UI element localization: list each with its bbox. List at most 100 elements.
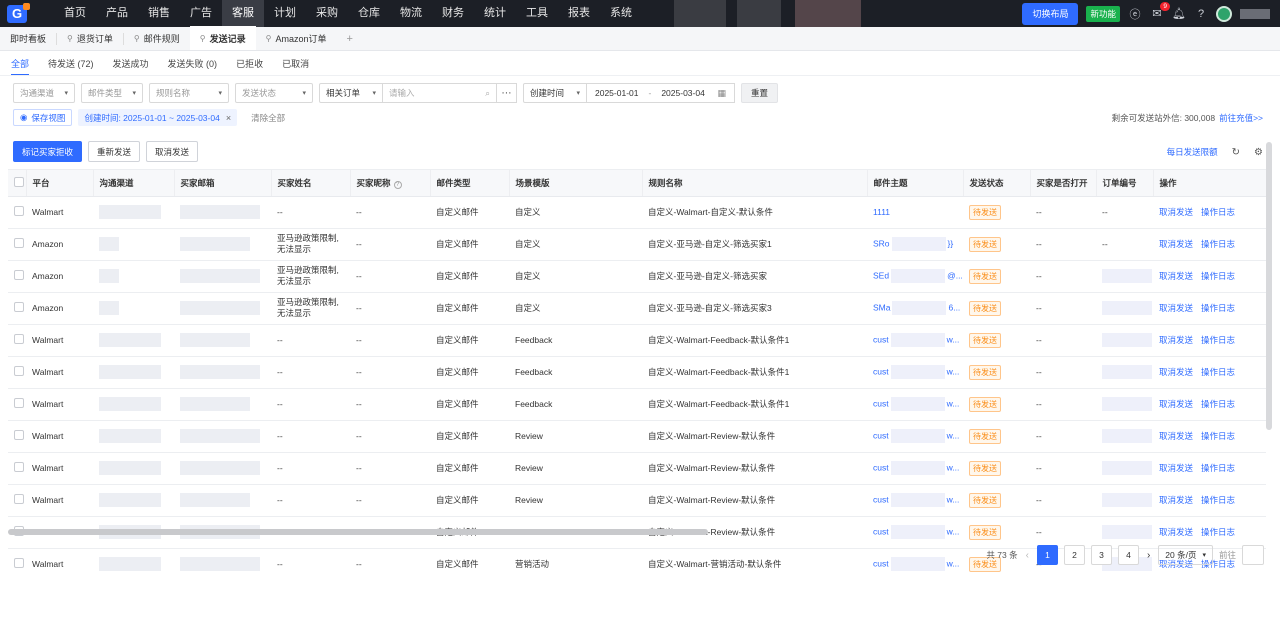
time-type-select[interactable]: 创建时间 ▾ (523, 83, 587, 103)
save-view-button[interactable]: ◉ 保存视图 (13, 109, 73, 126)
operation-log-link[interactable]: 操作日志 (1201, 367, 1235, 377)
subject-prefix[interactable]: cust (873, 526, 889, 536)
operation-log-link[interactable]: 操作日志 (1201, 303, 1235, 313)
page-button[interactable]: 4 (1117, 545, 1139, 565)
row-checkbox[interactable] (14, 366, 24, 376)
row-checkbox[interactable] (14, 302, 24, 312)
nav-item[interactable]: 统计 (474, 0, 516, 27)
subject-suffix[interactable]: w... (947, 462, 960, 472)
subject-prefix[interactable]: SRo (873, 238, 890, 248)
row-checkbox[interactable] (14, 430, 24, 440)
status-tab[interactable]: 已拒收 (236, 57, 263, 76)
table-row[interactable]: Walmart----自定义邮件Review自定义-Walmart-Review… (8, 420, 1266, 453)
horizontal-scrollbar[interactable] (8, 529, 708, 535)
pin-icon[interactable]: ⚲ (266, 34, 272, 43)
search-input[interactable]: 请输入 ⌕ (383, 83, 497, 103)
status-tab[interactable]: 待发送 (72) (48, 57, 94, 76)
subject-suffix[interactable]: }} (948, 238, 954, 248)
nav-item[interactable]: 物流 (390, 0, 432, 27)
operation-log-link[interactable]: 操作日志 (1201, 463, 1235, 473)
vertical-scrollbar[interactable] (1266, 142, 1272, 430)
cancel-send-link[interactable]: 取消发送 (1159, 431, 1193, 441)
cancel-send-link[interactable]: 取消发送 (1159, 303, 1193, 313)
more-icon[interactable]: ⋯ (497, 83, 517, 103)
table-row[interactable]: Walmart -- -- 自定义邮件 Feedback 自定义-Walmart-Feed… (8, 324, 1266, 357)
subject-suffix[interactable]: w... (947, 366, 960, 376)
subject-suffix[interactable]: @... (947, 270, 963, 280)
daily-limit-link[interactable]: 每日发送限额 (1167, 146, 1218, 158)
subject-prefix[interactable]: cust (873, 494, 889, 504)
nav-item[interactable]: 采购 (306, 0, 348, 27)
page-tab[interactable]: 即时看板 (0, 26, 56, 50)
subject-prefix[interactable]: cust (873, 462, 889, 472)
row-checkbox[interactable] (14, 334, 24, 344)
status-tab[interactable]: 全部 (11, 57, 30, 76)
subject-prefix[interactable]: cust (873, 366, 889, 376)
operation-log-link[interactable]: 操作日志 (1201, 335, 1235, 345)
subject-suffix[interactable]: w... (947, 398, 960, 408)
nav-item[interactable]: 财务 (432, 0, 474, 27)
row-checkbox[interactable] (14, 494, 24, 504)
next-page-icon[interactable]: › (1145, 550, 1152, 561)
table-row[interactable]: Walmart----自定义邮件Review自定义-Walmart-Review… (8, 452, 1266, 485)
subject-prefix[interactable]: SEd (873, 270, 889, 280)
operation-log-link[interactable]: 操作日志 (1201, 495, 1235, 505)
subject-prefix[interactable]: cust (873, 334, 889, 344)
page-size-select[interactable]: 20 条/页 ▾ (1158, 545, 1213, 565)
message-icon[interactable]: ✉ 9 (1150, 2, 1170, 20)
table-row[interactable]: Amazon 亚马逊政策限制,无法显示 -- 自定义邮件 自定义 自定义-亚马逊-自定义-… (8, 260, 1266, 293)
nav-item[interactable]: 客服 (222, 0, 264, 27)
status-tab[interactable]: 已取消 (282, 57, 309, 76)
page-tab[interactable]: ⚲ 发送记录 (189, 26, 256, 50)
nav-item[interactable]: 计划 (264, 0, 306, 27)
row-checkbox[interactable] (14, 206, 24, 216)
cancel-send-button[interactable]: 取消发送 (146, 141, 199, 162)
nav-item[interactable]: 销售 (138, 0, 180, 27)
nav-item[interactable]: 广告 (180, 0, 222, 27)
cancel-send-link[interactable]: 取消发送 (1159, 527, 1193, 537)
operation-log-link[interactable]: 操作日志 (1201, 527, 1235, 537)
mail-type-select[interactable]: 邮件类型 ▾ (81, 83, 143, 103)
operation-log-link[interactable]: 操作日志 (1201, 431, 1235, 441)
clear-all-link[interactable]: 清除全部 (251, 112, 285, 124)
cancel-send-link[interactable]: 取消发送 (1159, 367, 1193, 377)
table-row[interactable]: Walmart----自定义邮件Review自定义-Walmart-Review… (8, 484, 1266, 517)
operation-log-link[interactable]: 操作日志 (1201, 207, 1235, 217)
operation-log-link[interactable]: 操作日志 (1201, 271, 1235, 281)
cancel-send-link[interactable]: 取消发送 (1159, 271, 1193, 281)
pin-icon[interactable]: ⚲ (200, 34, 206, 43)
cancel-send-link[interactable]: 取消发送 (1159, 399, 1193, 409)
subject-suffix[interactable]: w... (947, 334, 960, 344)
prev-page-icon[interactable]: ‹ (1024, 550, 1031, 561)
mark-reject-button[interactable]: 标记买家拒收 (13, 141, 83, 162)
subject-prefix[interactable]: SMa (873, 302, 890, 312)
row-checkbox[interactable] (14, 238, 24, 248)
nav-item[interactable]: 工具 (516, 0, 558, 27)
subject-prefix[interactable]: cust (873, 558, 889, 568)
nav-item[interactable]: 首页 (54, 0, 96, 27)
cancel-send-link[interactable]: 取消发送 (1159, 239, 1193, 249)
subject-suffix[interactable]: w... (947, 430, 960, 440)
page-button[interactable]: 2 (1063, 545, 1085, 565)
nav-item[interactable]: 产品 (96, 0, 138, 27)
bell-icon[interactable]: 🔔︎ (1172, 7, 1186, 20)
nav-item[interactable]: 报表 (558, 0, 600, 27)
user-name-redacted[interactable] (1240, 8, 1270, 19)
table-row[interactable]: Amazon 亚马逊政策限制,无法显示 -- 自定义邮件 自定义 自定义-亚马逊-自定义-… (8, 292, 1266, 325)
related-order-select[interactable]: 相关订单 ▾ (319, 83, 383, 103)
select-all-checkbox[interactable] (14, 176, 24, 187)
help-circle-icon[interactable]: ? (1194, 8, 1208, 20)
page-tab[interactable]: ⚲ 邮件规则 (124, 26, 190, 50)
table-row[interactable]: Walmart -- -- 自定义邮件 Feedback 自定义-Walmart-Feed… (8, 388, 1266, 421)
cancel-send-link[interactable]: 取消发送 (1159, 335, 1193, 345)
reset-button[interactable]: 重置 (741, 83, 779, 103)
subject-suffix[interactable]: w... (947, 558, 960, 568)
channel-select[interactable]: 沟通渠道 ▾ (13, 83, 75, 103)
subject-prefix[interactable]: 1111 (873, 207, 890, 217)
row-checkbox[interactable] (14, 398, 24, 408)
subject-prefix[interactable]: cust (873, 430, 889, 440)
table-row[interactable]: Walmart -- -- 自定义邮件 Feedback 自定义-Walmart-Feed… (8, 356, 1266, 389)
page-tab[interactable]: ⚲ Amazon订单 (256, 26, 337, 50)
operation-log-link[interactable]: 操作日志 (1201, 239, 1235, 249)
subject-suffix[interactable]: w... (947, 494, 960, 504)
